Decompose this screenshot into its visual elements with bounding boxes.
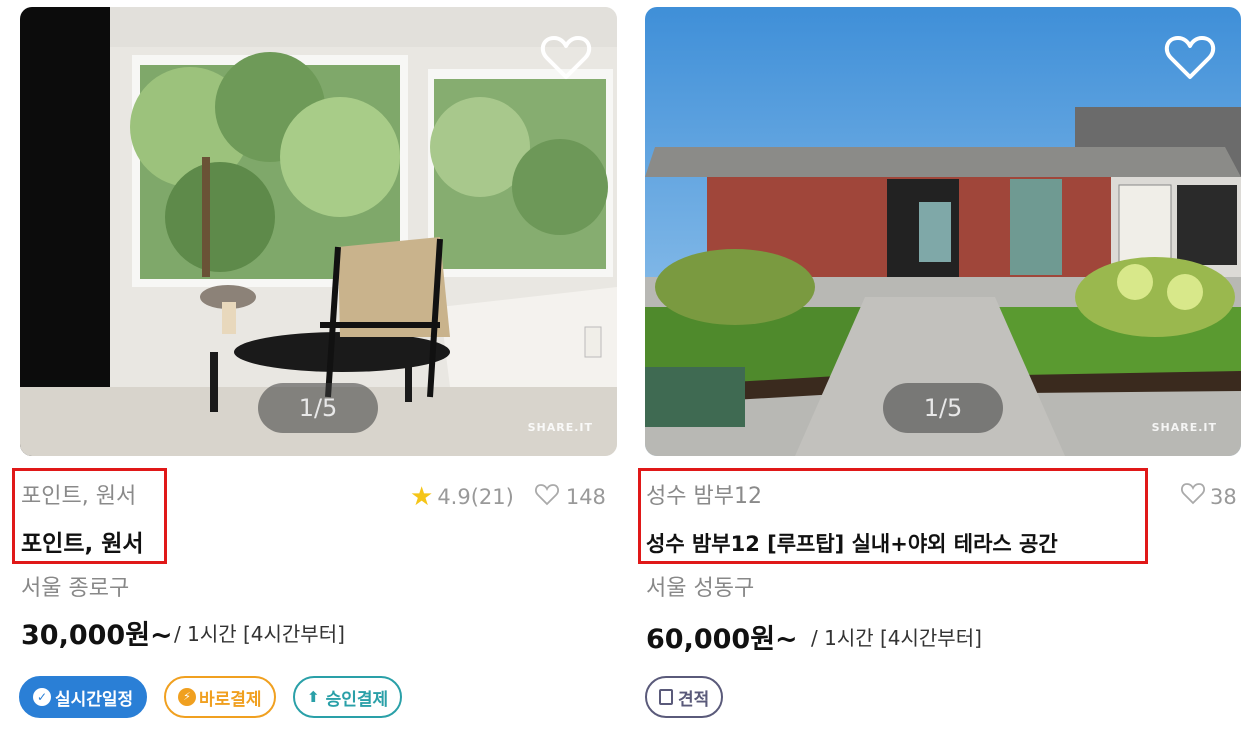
space-photo[interactable]: 1/5 SHARE.IT (20, 7, 617, 456)
tag-quote[interactable]: 견적 (645, 676, 724, 718)
space-title[interactable]: 포인트, 원서 (21, 524, 144, 558)
image-pager: 1/5 (883, 383, 1003, 433)
space-photo[interactable]: 1/5 SHARE.IT (645, 7, 1241, 456)
person-icon: ⬆ (307, 688, 320, 706)
space-category: 포인트, 원서 (21, 484, 137, 509)
price-unit: / 1시간 [4시간부터] (811, 626, 982, 650)
heart-outline-icon (534, 483, 560, 512)
heart-icon[interactable] (539, 33, 593, 83)
tag-approval-pay[interactable]: ⬆ 승인결제 (293, 676, 403, 718)
tag-direct-pay[interactable]: ⚡ 바로결제 (164, 676, 276, 718)
like-count: 148 (565, 485, 606, 509)
check-icon: ✓ (33, 688, 51, 706)
lightning-icon: ⚡ (178, 688, 196, 706)
space-price: 60,000원~ (646, 624, 798, 655)
heart-icon[interactable] (1163, 33, 1217, 83)
space-category: 성수 밤부12 (646, 484, 762, 509)
rating-value: 4.9(21) (437, 485, 514, 509)
star-icon: ★ (410, 482, 434, 512)
space-price: 30,000원~ (21, 620, 173, 651)
heart-outline-icon (1180, 482, 1206, 511)
like-count: 38 (1210, 484, 1237, 509)
likes: 38 (1180, 482, 1237, 511)
image-pager: 1/5 (258, 383, 378, 433)
rating-likes: ★ 4.9(21) 148 (410, 482, 606, 512)
watermark: SHARE.IT (1151, 421, 1217, 434)
watermark: SHARE.IT (527, 421, 593, 434)
price-unit: / 1시간 [4시간부터] (174, 622, 345, 646)
space-location: 서울 성동구 (646, 576, 755, 601)
document-icon (659, 689, 673, 705)
tag-realtime[interactable]: ✓ 실시간일정 (19, 676, 148, 718)
space-title[interactable]: 성수 밤부12 [루프탑] 실내+야외 테라스 공간 (646, 528, 1058, 558)
space-location: 서울 종로구 (21, 576, 130, 601)
